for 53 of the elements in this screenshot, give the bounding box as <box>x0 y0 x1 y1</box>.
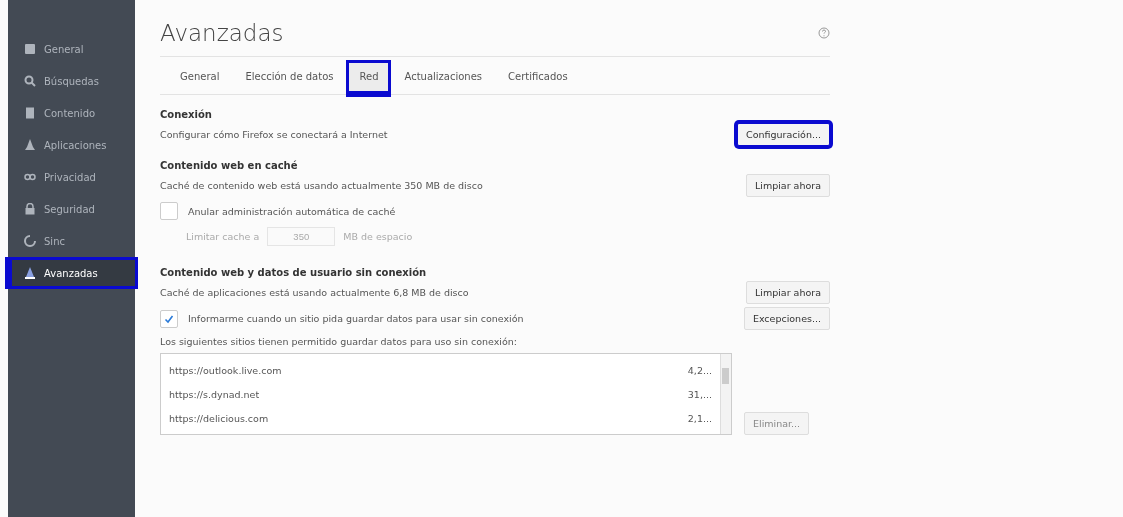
description-text: Caché de contenido web está usando actualmente 350 MB de disco <box>160 180 483 191</box>
site-url[interactable]: https://s.dynad.net <box>169 388 260 400</box>
description-text: Configurar cómo Firefox se conectará a Internet <box>160 129 388 140</box>
tab[interactable]: Elección de datos <box>235 63 344 94</box>
tab[interactable]: Actualizaciones <box>394 63 493 94</box>
sidebar-item[interactable]: Privacidad <box>8 164 135 190</box>
exceptions-button[interactable]: Excepciones... <box>743 307 830 330</box>
clear-button[interactable]: Limpiar ahora <box>746 174 830 197</box>
site-url[interactable]: https://outlook.live.com <box>169 364 282 376</box>
field-label: Limitar cache a <box>186 230 260 242</box>
sidebar-item[interactable]: Contenido <box>8 100 135 126</box>
unit-label: MB de espacio <box>343 230 413 242</box>
page-title: Avanzadas <box>160 20 284 46</box>
checkbox-label: Informarme cuando un sitio pida guardar datos para usar sin conexión <box>188 313 524 324</box>
sidebar-label: Sinc <box>44 235 65 247</box>
section-heading: Conexión <box>160 109 213 120</box>
sidebar-label: Aplicaciones <box>44 139 107 151</box>
check-icon <box>164 313 174 324</box>
help-icon[interactable] <box>818 27 830 39</box>
scrollbar[interactable] <box>720 354 731 434</box>
sidebar-item[interactable]: Búsquedas <box>8 68 135 94</box>
section-heading: Contenido web y datos de usuario sin conexión <box>160 267 428 278</box>
sidebar-item[interactable]: Avanzadas <box>8 260 135 286</box>
sync-icon <box>24 235 36 247</box>
tab[interactable]: General <box>170 63 230 94</box>
sidebar-label: Seguridad <box>44 203 95 215</box>
sidebar-label: Privacidad <box>44 171 96 183</box>
sidebar-item[interactable]: General <box>8 36 135 62</box>
site-size: 31,... <box>687 388 712 400</box>
sidebar-item[interactable]: Aplicaciones <box>8 132 135 158</box>
checkbox[interactable] <box>160 309 178 328</box>
sidebar-label: Búsquedas <box>44 75 99 87</box>
mask-icon <box>24 171 36 183</box>
sidebar-label: Contenido <box>44 107 96 119</box>
search-icon <box>24 75 36 87</box>
settings-button[interactable]: Configuración... <box>737 123 830 146</box>
sidebar-label: Avanzadas <box>44 267 98 279</box>
site-url[interactable]: https://delicious.com <box>169 412 269 424</box>
sidebar-item[interactable]: Sinc <box>8 228 135 254</box>
site-size: 2,1... <box>687 412 712 424</box>
tab[interactable]: Certificados <box>498 63 578 94</box>
clear-button[interactable]: Limpiar ahora <box>746 281 830 304</box>
document-icon <box>24 107 36 119</box>
site-size: 4,2... <box>687 364 712 376</box>
sidebar-item[interactable]: Seguridad <box>8 196 135 222</box>
lock-icon <box>24 203 36 215</box>
section-heading: Contenido web en caché <box>160 160 299 171</box>
checkbox-label: Anular administración automática de caché <box>188 205 396 217</box>
checkbox[interactable] <box>160 202 178 220</box>
description-text: Caché de aplicaciones está usando actualmente 6,8 MB de disco <box>160 287 469 298</box>
tab[interactable]: Red <box>349 63 389 94</box>
sidebar-label: General <box>44 43 84 55</box>
list-caption: Los siguientes sitios tienen permitido guardar datos para uso sin conexión: <box>160 336 517 347</box>
